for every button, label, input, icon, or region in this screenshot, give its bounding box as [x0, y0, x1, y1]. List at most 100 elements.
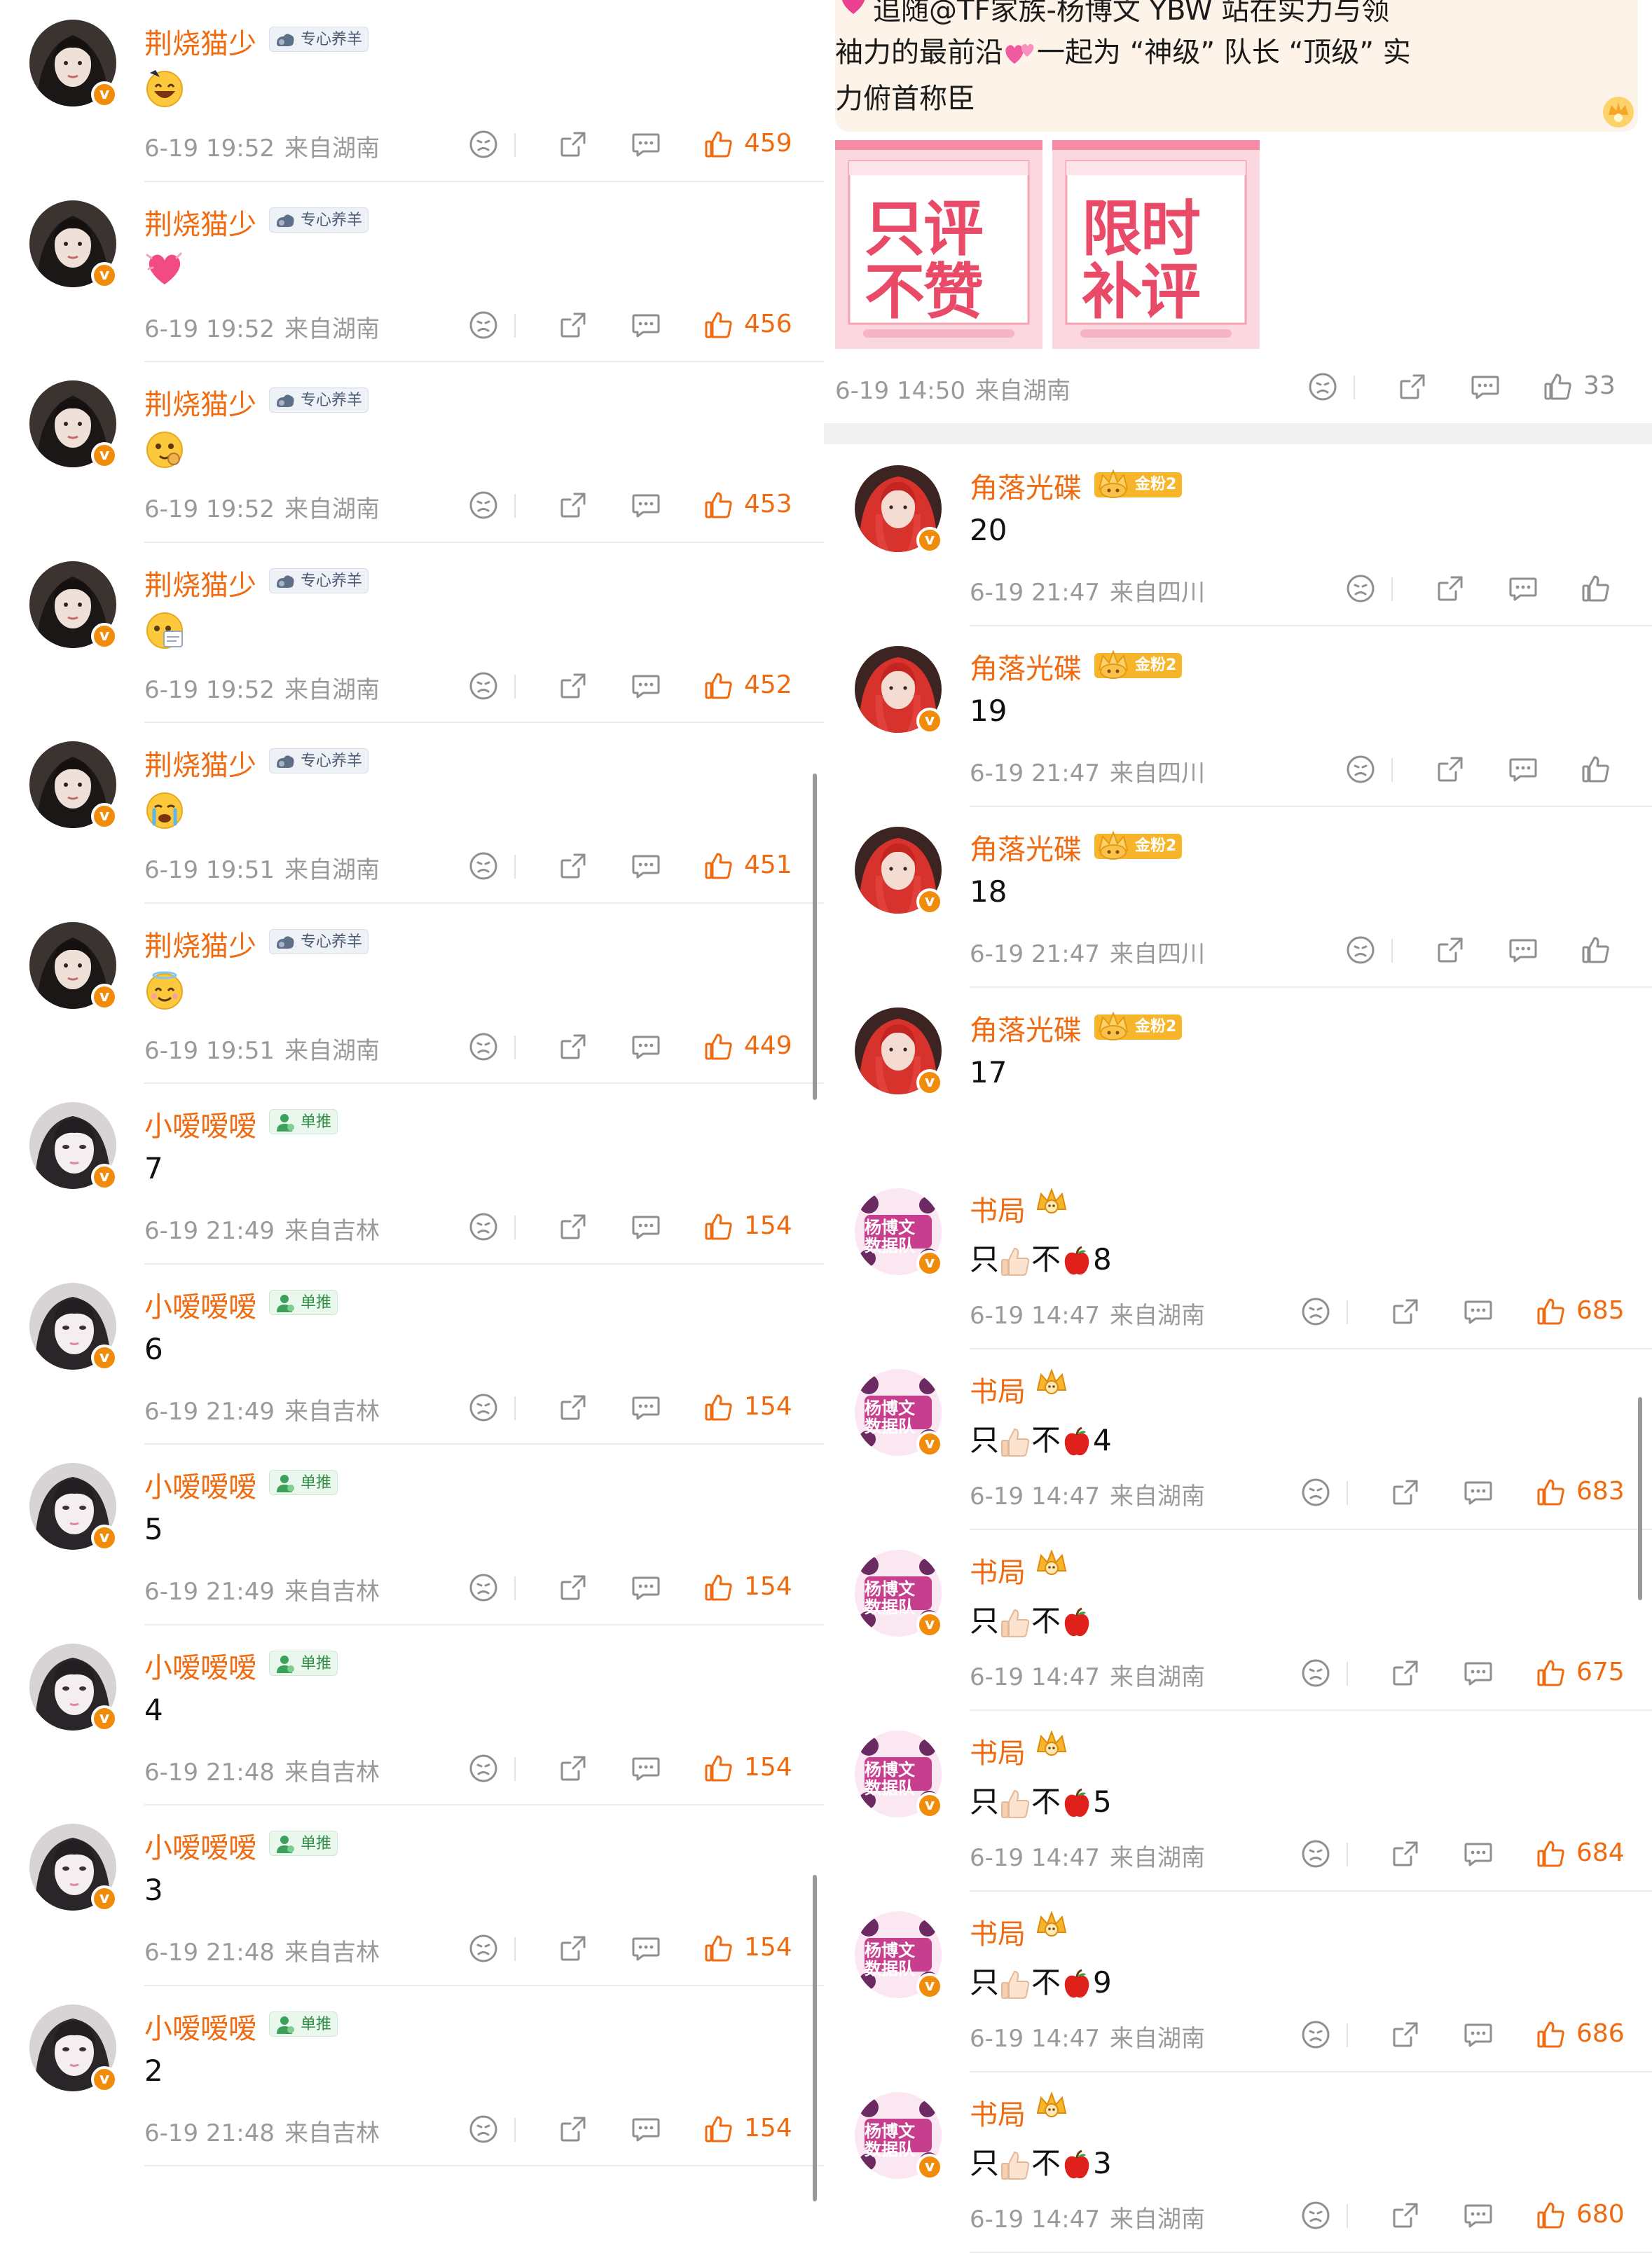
- dislike-face-icon[interactable]: [468, 129, 499, 160]
- comment-icon[interactable]: [631, 1753, 661, 1784]
- comment-icon[interactable]: [631, 310, 661, 341]
- comment-icon[interactable]: [631, 1572, 661, 1603]
- username[interactable]: 角落光碟: [970, 1007, 1082, 1048]
- username[interactable]: 角落光碟: [970, 465, 1082, 506]
- share-icon[interactable]: [558, 2114, 588, 2145]
- thumbs-up-icon[interactable]: [703, 490, 734, 521]
- username[interactable]: 书局: [970, 1731, 1026, 1771]
- share-icon[interactable]: [1390, 1296, 1421, 1327]
- share-icon[interactable]: [558, 1933, 588, 1964]
- share-icon[interactable]: [558, 1392, 588, 1423]
- share-icon[interactable]: [558, 1031, 588, 1062]
- username[interactable]: 荆烧猫少: [144, 21, 256, 62]
- thumbs-up-icon[interactable]: [1536, 1658, 1567, 1688]
- dislike-face-icon[interactable]: [468, 1753, 499, 1784]
- comment-icon[interactable]: [1463, 1838, 1494, 1869]
- share-icon[interactable]: [1435, 935, 1466, 965]
- username[interactable]: 荆烧猫少: [144, 382, 256, 422]
- dislike-face-icon[interactable]: [468, 670, 499, 701]
- dislike-face-icon[interactable]: [1300, 1838, 1331, 1869]
- thumbs-up-icon[interactable]: [703, 1572, 734, 1603]
- username[interactable]: 荆烧猫少: [144, 563, 256, 603]
- comment-icon[interactable]: [1463, 1658, 1494, 1688]
- username[interactable]: 书局: [970, 2092, 1026, 2133]
- username[interactable]: 荆烧猫少: [144, 743, 256, 783]
- avatar[interactable]: v: [29, 20, 118, 108]
- comment-icon[interactable]: [1508, 573, 1539, 604]
- username[interactable]: 荆烧猫少: [144, 202, 256, 242]
- avatar[interactable]: v: [29, 380, 118, 469]
- username[interactable]: 角落光碟: [970, 827, 1082, 867]
- dislike-face-icon[interactable]: [468, 1211, 499, 1242]
- avatar[interactable]: v: [29, 2004, 118, 2093]
- share-icon[interactable]: [1435, 754, 1466, 785]
- comment-icon[interactable]: [631, 129, 661, 160]
- username[interactable]: 小嗳嗳嗳: [144, 1645, 256, 1686]
- dislike-face-icon[interactable]: [468, 1392, 499, 1423]
- thumbs-up-icon[interactable]: [1536, 1838, 1567, 1869]
- dislike-face-icon[interactable]: [1300, 2200, 1331, 2231]
- left-scrollbar-2[interactable]: [813, 1875, 817, 2201]
- avatar[interactable]: v: [29, 1824, 118, 1912]
- share-icon[interactable]: [558, 1572, 588, 1603]
- comment-icon[interactable]: [631, 1211, 661, 1242]
- username[interactable]: 小嗳嗳嗳: [144, 2006, 256, 2047]
- dislike-face-icon[interactable]: [468, 1572, 499, 1603]
- share-icon[interactable]: [558, 490, 588, 521]
- username[interactable]: 小嗳嗳嗳: [144, 1284, 256, 1325]
- thumbs-up-icon[interactable]: [703, 310, 734, 341]
- thumbs-up-icon[interactable]: [703, 670, 734, 701]
- thumbs-up-icon[interactable]: [703, 1211, 734, 1242]
- thumbs-up-icon[interactable]: [703, 129, 734, 160]
- thumbs-up-icon[interactable]: [703, 1031, 734, 1062]
- thumbs-up-icon[interactable]: [703, 1392, 734, 1423]
- comment-icon[interactable]: [631, 1933, 661, 1964]
- username[interactable]: 书局: [970, 1911, 1026, 1952]
- dislike-face-icon[interactable]: [1300, 1296, 1331, 1327]
- dislike-face-icon[interactable]: [468, 1031, 499, 1062]
- comment-icon[interactable]: [1463, 2200, 1494, 2231]
- share-icon[interactable]: [558, 1753, 588, 1784]
- avatar[interactable]: 杨博文 数据队 v: [855, 1550, 943, 1638]
- dislike-face-icon[interactable]: [1345, 754, 1376, 785]
- avatar[interactable]: v: [29, 1102, 118, 1190]
- thumbs-up-icon[interactable]: [1543, 371, 1574, 402]
- share-icon[interactable]: [1435, 573, 1466, 604]
- avatar[interactable]: 杨博文 数据队 v: [855, 1731, 943, 1819]
- dislike-face-icon[interactable]: [1307, 371, 1338, 402]
- avatar[interactable]: v: [29, 200, 118, 289]
- share-icon[interactable]: [558, 670, 588, 701]
- username[interactable]: 书局: [970, 1188, 1026, 1229]
- thumbs-up-icon[interactable]: [1536, 2019, 1567, 2050]
- comment-icon[interactable]: [631, 1031, 661, 1062]
- dislike-face-icon[interactable]: [468, 310, 499, 341]
- share-icon[interactable]: [558, 1211, 588, 1242]
- dislike-face-icon[interactable]: [1345, 935, 1376, 965]
- username[interactable]: 书局: [970, 1550, 1026, 1590]
- avatar[interactable]: v: [855, 827, 943, 915]
- share-icon[interactable]: [1390, 2200, 1421, 2231]
- avatar[interactable]: v: [855, 1007, 943, 1096]
- dislike-face-icon[interactable]: [468, 851, 499, 881]
- avatar[interactable]: v: [29, 560, 118, 649]
- username[interactable]: 荆烧猫少: [144, 923, 256, 964]
- comment-icon[interactable]: [631, 1392, 661, 1423]
- avatar[interactable]: v: [855, 646, 943, 734]
- comment-icon[interactable]: [1470, 371, 1501, 402]
- comment-icon[interactable]: [1508, 754, 1539, 785]
- avatar[interactable]: v: [29, 1643, 118, 1732]
- share-icon[interactable]: [1390, 1477, 1421, 1508]
- thumbs-up-icon[interactable]: [1581, 935, 1611, 965]
- dislike-face-icon[interactable]: [1300, 1477, 1331, 1508]
- thumbs-up-icon[interactable]: [703, 1753, 734, 1784]
- comment-icon[interactable]: [631, 490, 661, 521]
- thumbs-up-icon[interactable]: [703, 851, 734, 881]
- comment-icon[interactable]: [631, 2114, 661, 2145]
- share-icon[interactable]: [558, 129, 588, 160]
- sticker-limited-time[interactable]: 限时 补评: [1052, 140, 1260, 349]
- username[interactable]: 角落光碟: [970, 646, 1082, 687]
- thumbs-up-icon[interactable]: [1536, 2200, 1567, 2231]
- thumbs-up-icon[interactable]: [1536, 1477, 1567, 1508]
- dislike-face-icon[interactable]: [468, 1933, 499, 1964]
- comment-icon[interactable]: [1463, 1477, 1494, 1508]
